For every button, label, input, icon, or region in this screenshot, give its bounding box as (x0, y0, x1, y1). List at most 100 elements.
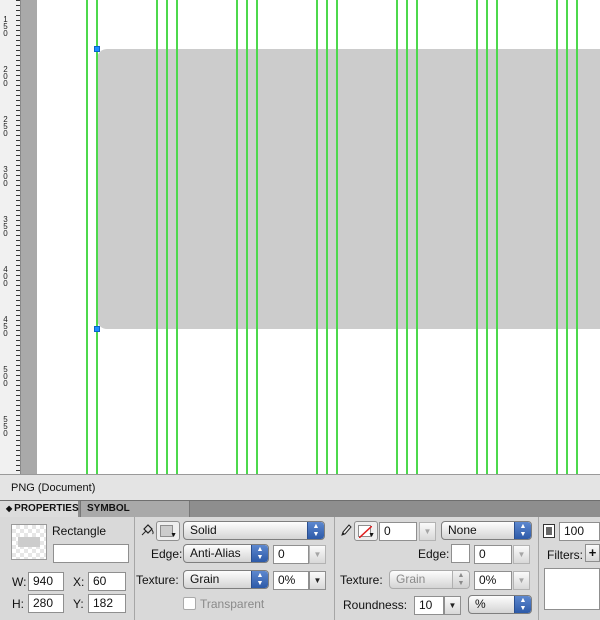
ruler-label: 350 (3, 215, 8, 238)
stroke-texture-select[interactable]: Grain ▲ ▼ (389, 570, 470, 589)
vertical-guide[interactable] (416, 0, 418, 474)
ruler-tick (16, 355, 20, 356)
vertical-guide[interactable] (566, 0, 568, 474)
tab-properties-label: PROPERTIES (14, 503, 79, 514)
fill-type-value: Solid (190, 523, 217, 537)
roundness-input[interactable]: 10 (414, 596, 444, 615)
stroke-texture-amount-dropdown[interactable]: ▼ (513, 571, 530, 590)
fill-texture-amount-input[interactable]: 0% (273, 571, 309, 590)
ruler-tick (16, 150, 20, 151)
fill-edge-select[interactable]: Anti-Alias ▲ ▼ (183, 544, 269, 563)
chevron-down-icon: ▼ (517, 550, 526, 559)
vertical-ruler[interactable]: 150 200 250 300 350 400 450 500 550 (0, 0, 21, 474)
vertical-guide[interactable] (86, 0, 88, 474)
ruler-tick (16, 115, 20, 116)
stroke-color-swatch[interactable]: ▼ (354, 521, 378, 541)
object-name-input[interactable] (53, 544, 129, 563)
vertical-guide[interactable] (316, 0, 318, 474)
fill-color-swatch[interactable]: ▼ (156, 521, 180, 541)
ruler-tick (16, 375, 20, 376)
ruler-tick (16, 45, 20, 46)
vertical-guide[interactable] (156, 0, 158, 474)
vertical-guide[interactable] (246, 0, 248, 474)
ruler-tick (16, 445, 20, 446)
vertical-guide[interactable] (96, 0, 98, 474)
filters-list[interactable] (544, 568, 600, 610)
width-input[interactable]: 940 (28, 572, 64, 591)
ruler-tick (16, 380, 20, 381)
selection-handle-top-left[interactable] (94, 46, 100, 52)
vertical-guide[interactable] (166, 0, 168, 474)
ruler-tick (16, 455, 20, 456)
add-filter-icon[interactable]: + (585, 544, 600, 562)
object-type-label: Rectangle (52, 524, 107, 538)
status-bar: PNG (Document) (0, 474, 600, 500)
vertical-guide[interactable] (556, 0, 558, 474)
tab-symbol-properties[interactable]: SYMBOL PROPERTIES (80, 501, 190, 530)
vertical-guide[interactable] (486, 0, 488, 474)
ruler-tick (16, 280, 20, 281)
fill-edge-amount-dropdown[interactable]: ▼ (309, 545, 326, 564)
ruler-tick (16, 75, 20, 76)
fill-texture-value: Grain (190, 572, 220, 586)
ruler-tick (16, 195, 20, 196)
select-arrows-icon: ▲ ▼ (251, 545, 268, 562)
height-input[interactable]: 280 (28, 594, 64, 613)
stroke-size-input[interactable]: 0 (379, 522, 417, 541)
selection-handle-bottom-left[interactable] (94, 326, 100, 332)
stroke-size-dropdown[interactable]: ▼ (419, 522, 436, 541)
ruler-tick (16, 255, 20, 256)
panel-divider (134, 517, 135, 620)
y-input[interactable]: 182 (88, 594, 126, 613)
vertical-guide[interactable] (576, 0, 578, 474)
vertical-guide[interactable] (256, 0, 258, 474)
stroke-edge-amount-dropdown[interactable]: ▼ (513, 545, 530, 564)
ruler-tick (16, 35, 20, 36)
vertical-guide[interactable] (176, 0, 178, 474)
chevron-down-icon: ▼ (423, 527, 432, 536)
fill-texture-amount-dropdown[interactable]: ▼ (309, 571, 326, 590)
fill-edge-amount-input[interactable]: 0 (273, 545, 309, 564)
collapse-icon[interactable]: ◆ (6, 504, 12, 513)
roundness-unit-select[interactable]: % ▲ ▼ (468, 595, 532, 614)
ruler-tick (16, 30, 20, 31)
roundness-dropdown[interactable]: ▼ (444, 596, 461, 615)
ruler-tick (16, 100, 20, 101)
stroke-texture-amount-input[interactable]: 0% (474, 571, 512, 590)
document-type-label: PNG (Document) (11, 482, 96, 494)
tab-properties[interactable]: ◆ PROPERTIES (0, 501, 79, 518)
ruler-tick (16, 130, 20, 131)
ruler-label: 300 (3, 165, 8, 188)
document-canvas[interactable] (37, 0, 600, 474)
vertical-guide[interactable] (236, 0, 238, 474)
ruler-tick (16, 190, 20, 191)
fill-edge-value: Anti-Alias (190, 546, 241, 560)
vertical-guide[interactable] (406, 0, 408, 474)
vertical-guide[interactable] (476, 0, 478, 474)
ruler-tick (16, 360, 20, 361)
vertical-guide[interactable] (396, 0, 398, 474)
transparent-checkbox[interactable] (183, 597, 196, 610)
stroke-type-value: None (448, 523, 477, 537)
stroke-edge-amount-input[interactable]: 0 (474, 545, 512, 564)
ruler-tick (16, 335, 20, 336)
stroke-edge-swatch[interactable] (451, 544, 470, 563)
ruler-tick (16, 460, 20, 461)
vertical-guide[interactable] (496, 0, 498, 474)
vertical-guide[interactable] (326, 0, 328, 474)
stroke-type-select[interactable]: None ▲ ▼ (441, 521, 532, 540)
ruler-label: 200 (3, 65, 8, 88)
vertical-guide[interactable] (336, 0, 338, 474)
fill-type-select[interactable]: Solid ▲ ▼ (183, 521, 325, 540)
fill-texture-select[interactable]: Grain ▲ ▼ (183, 570, 269, 589)
chevron-down-icon: ▼ (170, 532, 177, 539)
ruler-tick (16, 110, 20, 111)
ruler-tick (16, 405, 20, 406)
paint-bucket-icon (141, 523, 155, 537)
ruler-tick (16, 330, 20, 331)
ruler-tick (16, 320, 20, 321)
x-input[interactable]: 60 (88, 572, 126, 591)
selected-rectangle[interactable] (97, 49, 600, 329)
opacity-input[interactable]: 100 (559, 522, 600, 541)
properties-panel: Rectangle W: 940 X: 60 H: 280 Y: 182 ▼ S… (0, 517, 600, 620)
